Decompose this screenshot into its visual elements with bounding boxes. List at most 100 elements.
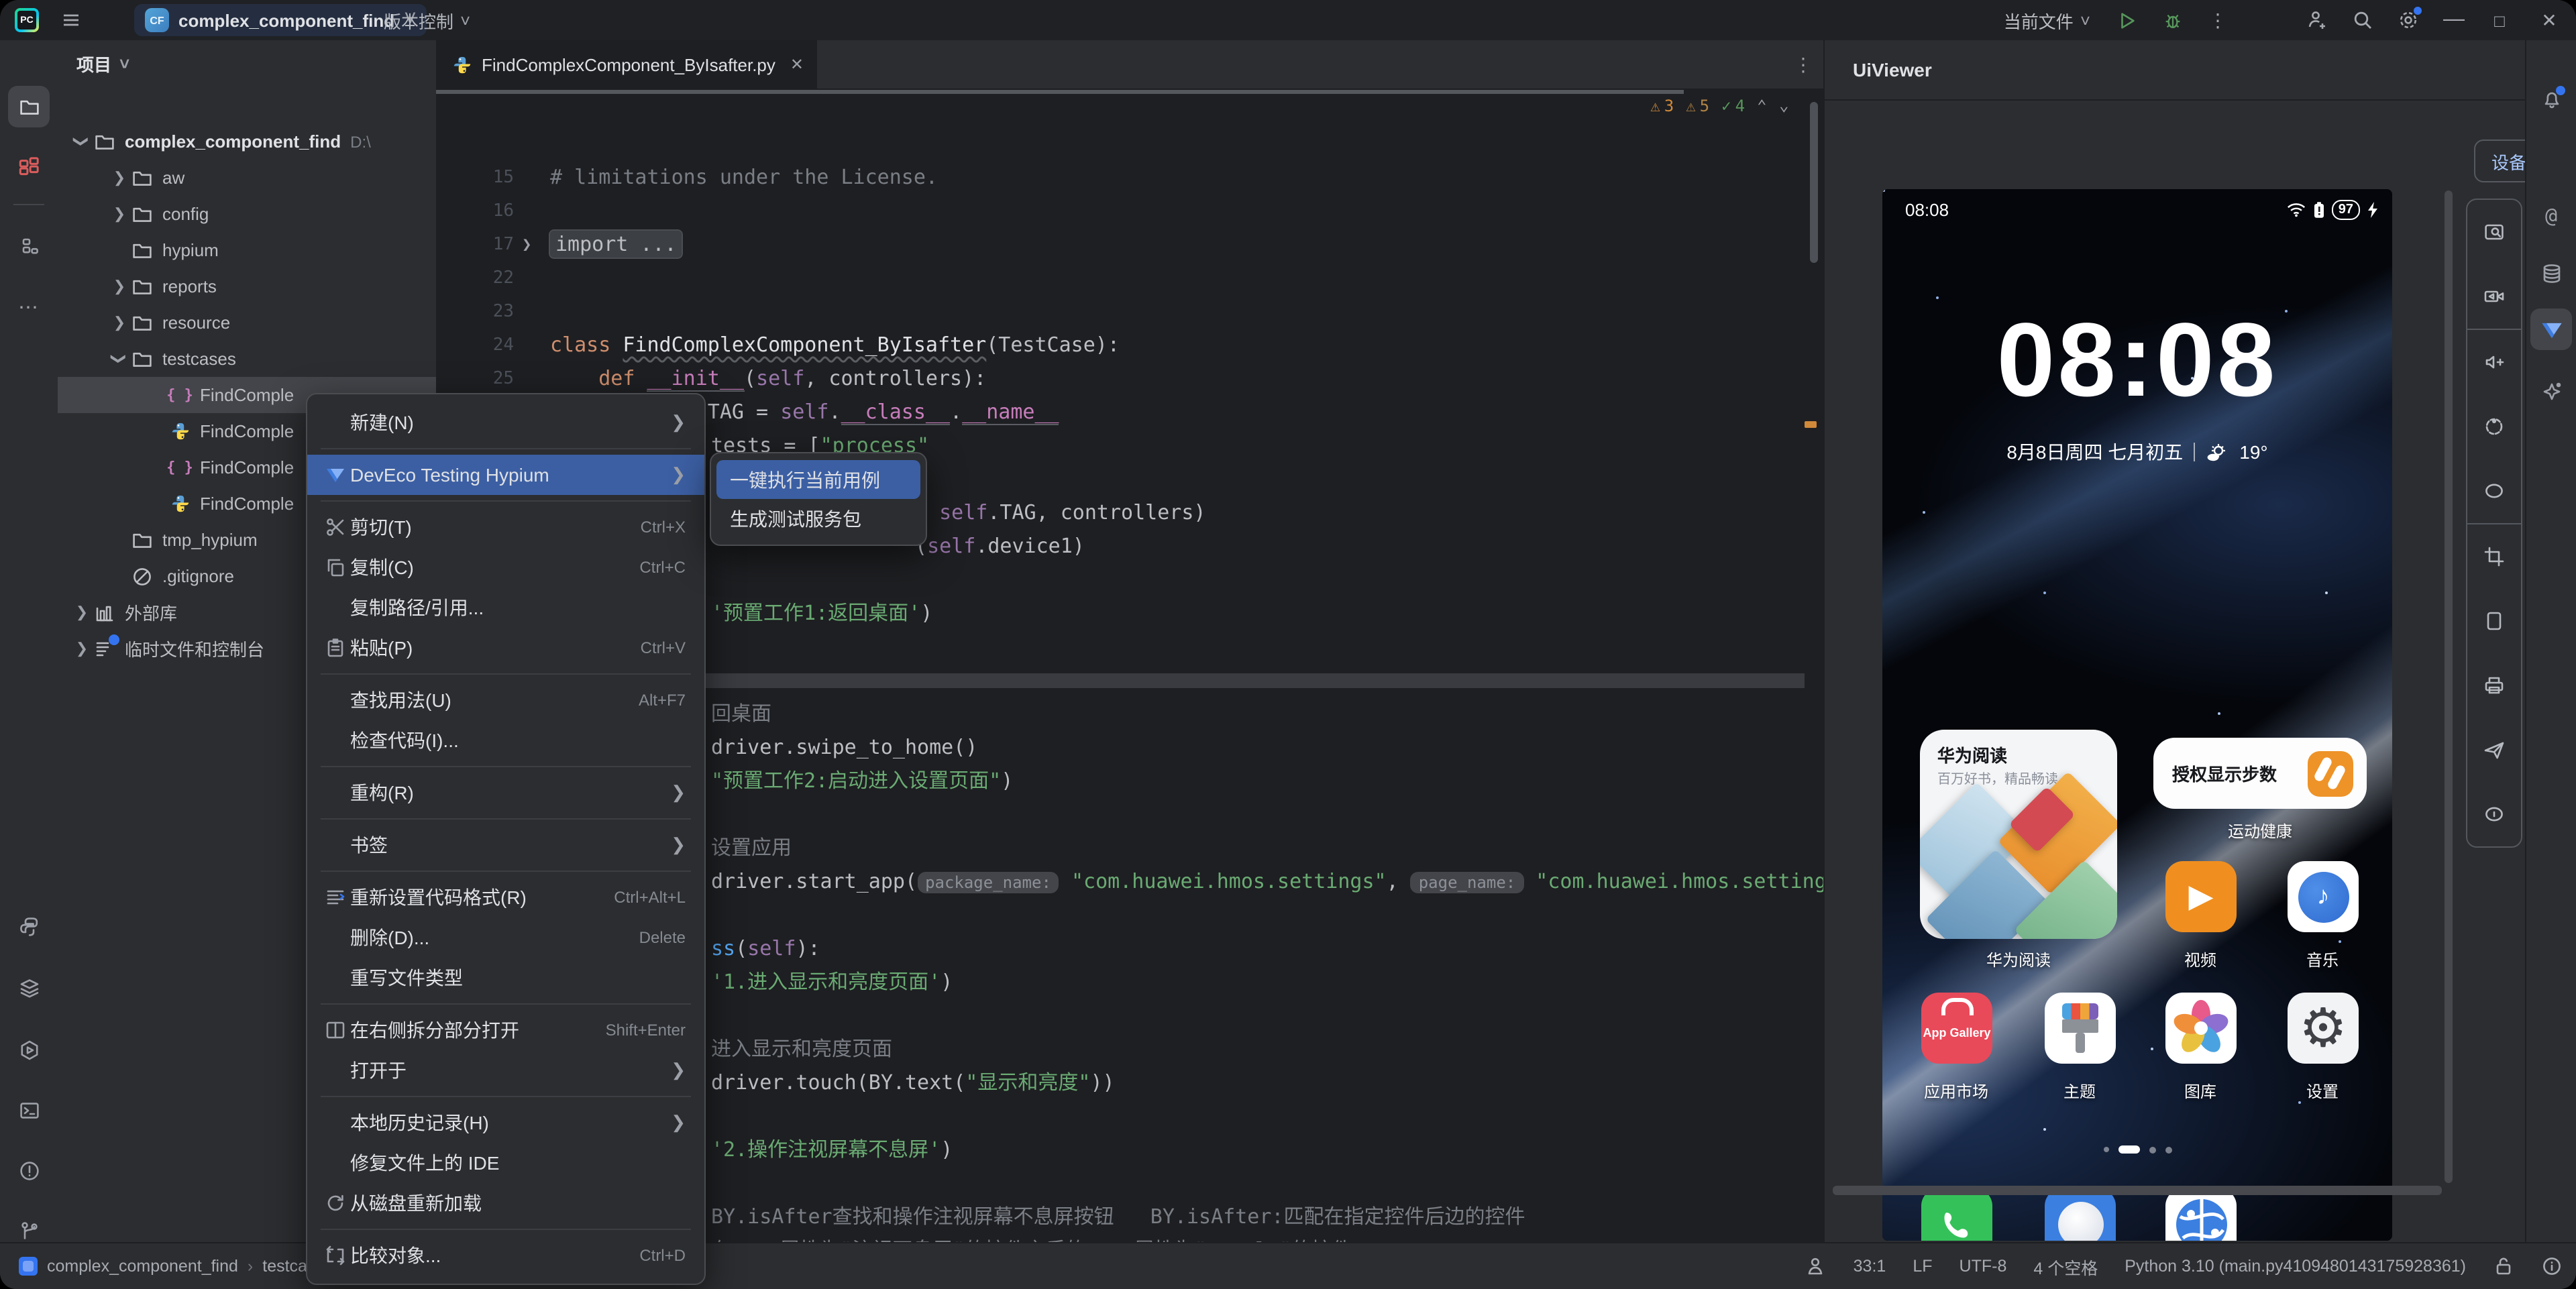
tool-record-video[interactable] bbox=[2467, 264, 2521, 329]
activitybar-run-anything[interactable] bbox=[8, 1029, 50, 1070]
menu-item-重构(R)[interactable]: 重构(R)❯ bbox=[307, 773, 704, 813]
dock-app-contacts[interactable] bbox=[2045, 1188, 2116, 1241]
app-应用市场[interactable]: App Gallery bbox=[1921, 993, 1992, 1064]
activitybar-terminal[interactable] bbox=[8, 1089, 50, 1131]
breadcrumb-segment[interactable]: complex_component_find bbox=[47, 1257, 238, 1276]
minimize-button[interactable]: — bbox=[2431, 0, 2477, 40]
tool-device-frame[interactable] bbox=[2467, 589, 2521, 653]
tool-crop[interactable] bbox=[2467, 524, 2521, 589]
status-encoding[interactable]: UTF-8 bbox=[1960, 1257, 2007, 1276]
submenu-item-一键执行当前用例[interactable]: 一键执行当前用例 bbox=[716, 460, 920, 499]
search-everywhere-button[interactable] bbox=[2340, 0, 2385, 40]
maximize-button[interactable]: □ bbox=[2477, 0, 2522, 40]
status-line-separator[interactable]: LF bbox=[1913, 1257, 1932, 1276]
user-icon[interactable] bbox=[1805, 1255, 1827, 1277]
chevron-down-icon[interactable]: ❯ bbox=[71, 133, 93, 150]
settings-button[interactable] bbox=[2385, 0, 2431, 40]
scrollbar-thumb[interactable] bbox=[1810, 102, 1818, 263]
activitybar-more-ellipsis[interactable]: ⋯ bbox=[8, 286, 50, 327]
toolwindow-database[interactable] bbox=[2530, 252, 2572, 294]
next-issue-icon[interactable]: ⌃ bbox=[1779, 97, 1788, 115]
tool-send[interactable] bbox=[2467, 718, 2521, 782]
tool-circle[interactable] bbox=[2467, 459, 2521, 523]
tab-close-icon[interactable]: ✕ bbox=[790, 55, 804, 74]
menu-item-新建(N)[interactable]: 新建(N)❯ bbox=[307, 402, 704, 443]
app-图库[interactable] bbox=[2165, 993, 2237, 1064]
widget-huawei-reading[interactable]: 华为阅读 百万好书，精品畅读 bbox=[1920, 730, 2117, 939]
tree-item-hypium[interactable]: hypium bbox=[58, 232, 436, 268]
fold-arrow-icon[interactable]: ❯ bbox=[522, 228, 531, 262]
info-circle-icon[interactable] bbox=[2541, 1255, 2563, 1277]
chevron-right-icon[interactable]: ❯ bbox=[71, 640, 93, 657]
project-panel-header[interactable]: 项目˅ bbox=[58, 40, 436, 86]
vcs-widget[interactable]: 版本控制˅ bbox=[384, 0, 470, 40]
tree-item-complex_component_find[interactable]: ❯complex_component_findD:\ bbox=[58, 123, 436, 160]
dock-app-camera[interactable] bbox=[2288, 1188, 2359, 1241]
tree-item-reports[interactable]: ❯reports bbox=[58, 268, 436, 304]
menu-item-查找用法(U)[interactable]: 查找用法(U)Alt+F7 bbox=[307, 680, 704, 720]
menu-item-剪切(T)[interactable]: 剪切(T)Ctrl+X bbox=[307, 507, 704, 547]
menu-item-复制(C)[interactable]: 复制(C)Ctrl+C bbox=[307, 547, 704, 587]
device-selector-button[interactable]: 设备 bbox=[2474, 139, 2528, 182]
menu-item-检查代码(I)...[interactable]: 检查代码(I)... bbox=[307, 720, 704, 761]
menu-item-书签[interactable]: 书签❯ bbox=[307, 825, 704, 865]
tab-options-button[interactable]: ⋮ bbox=[1794, 40, 1813, 89]
menu-item-修复文件上的 IDE[interactable]: 修复文件上的 IDE bbox=[307, 1143, 704, 1183]
menu-item-打开于[interactable]: 打开于❯ bbox=[307, 1050, 704, 1090]
menu-item-粘贴(P)[interactable]: 粘贴(P)Ctrl+V bbox=[307, 628, 704, 668]
widget-health-steps[interactable]: 授权显示步数 bbox=[2153, 738, 2367, 809]
menu-item-删除(D)...[interactable]: 删除(D)...Delete bbox=[307, 917, 704, 958]
tool-printer[interactable] bbox=[2467, 653, 2521, 718]
dock-app-browser[interactable] bbox=[2165, 1188, 2237, 1241]
toolwindow-deveco-active[interactable] bbox=[2530, 309, 2572, 350]
tree-item-aw[interactable]: ❯aw bbox=[58, 160, 436, 196]
tool-info-pill[interactable] bbox=[2467, 782, 2521, 846]
code-with-me-button[interactable] bbox=[2294, 0, 2340, 40]
tool-power[interactable] bbox=[2467, 394, 2521, 459]
uiviewer-vertical-scrollbar[interactable] bbox=[2445, 190, 2453, 1183]
main-menu-button[interactable] bbox=[48, 0, 94, 40]
toolwindow-mentions-at[interactable]: @ bbox=[2530, 194, 2572, 236]
app-视频[interactable]: ▶ bbox=[2165, 861, 2237, 932]
menu-item-本地历史记录(H)[interactable]: 本地历史记录(H)❯ bbox=[307, 1103, 704, 1143]
activitybar-commit-red[interactable] bbox=[8, 146, 50, 188]
more-actions-button[interactable]: ⋮ bbox=[2195, 0, 2241, 40]
activitybar-problems[interactable] bbox=[8, 1150, 50, 1191]
prev-issue-icon[interactable]: ⌃ bbox=[1757, 97, 1766, 115]
menu-item-重新设置代码格式(R)[interactable]: 重新设置代码格式(R)Ctrl+Alt+L bbox=[307, 877, 704, 917]
toolwindow-ai-sparkle[interactable] bbox=[2530, 370, 2572, 412]
menu-item-在右侧拆分部分打开[interactable]: 在右侧拆分部分打开Shift+Enter bbox=[307, 1010, 704, 1050]
menu-item-重写文件类型[interactable]: 重写文件类型 bbox=[307, 958, 704, 998]
app-设置[interactable]: ⚙ bbox=[2288, 993, 2359, 1064]
activitybar-python[interactable] bbox=[8, 905, 50, 947]
menu-item-DevEco Testing Hypium[interactable]: DevEco Testing Hypium❯ bbox=[307, 455, 704, 495]
uiviewer-horizontal-scrollbar[interactable] bbox=[1833, 1186, 2442, 1195]
activitybar-structure[interactable] bbox=[8, 225, 50, 267]
status-caret-position[interactable]: 33:1 bbox=[1854, 1257, 1886, 1276]
editor-scrollbar[interactable] bbox=[1809, 91, 1819, 1241]
activitybar-services-layers[interactable] bbox=[8, 967, 50, 1009]
menu-item-复制路径/引用...[interactable]: 复制路径/引用... bbox=[307, 587, 704, 628]
chevron-right-icon[interactable]: ❯ bbox=[71, 604, 93, 621]
dock-app-phone-call[interactable] bbox=[1921, 1188, 1992, 1241]
tool-inspect[interactable] bbox=[2467, 200, 2521, 264]
chevron-right-icon[interactable]: ❯ bbox=[109, 169, 130, 186]
phone-screen-mirror[interactable]: 08:08 97 08:08 8月8日周四 七月初五 19° 华为阅读 百万好书… bbox=[1882, 189, 2392, 1241]
app-音乐[interactable]: ♪ bbox=[2288, 861, 2359, 932]
tab-active-file[interactable]: FindComplexComponent_ByIsafter.py ✕ bbox=[436, 40, 817, 89]
chevron-right-icon[interactable]: ❯ bbox=[109, 314, 130, 331]
app-主题[interactable] bbox=[2045, 993, 2116, 1064]
toolwindow-notifications-bell[interactable] bbox=[2530, 78, 2572, 119]
status-indent-style[interactable]: 4 个空格 bbox=[2033, 1253, 2098, 1279]
submenu-item-生成测试服务包[interactable]: 生成测试服务包 bbox=[716, 499, 920, 538]
tree-item-resource[interactable]: ❯resource bbox=[58, 304, 436, 341]
debug-button[interactable] bbox=[2149, 0, 2195, 40]
close-button[interactable]: ✕ bbox=[2522, 0, 2576, 40]
tool-volume-plus[interactable] bbox=[2467, 330, 2521, 394]
chevron-down-icon[interactable]: ❯ bbox=[109, 350, 130, 368]
status-python-interpreter[interactable]: Python 3.10 (main.py4109480143175928361) bbox=[2125, 1257, 2466, 1276]
chevron-right-icon[interactable]: ❯ bbox=[109, 278, 130, 295]
chevron-right-icon[interactable]: ❯ bbox=[109, 205, 130, 223]
tree-item-config[interactable]: ❯config bbox=[58, 196, 436, 232]
inspections-widget[interactable]: ⚠3 ⚠5 ✓4 ⌃ ⌃ bbox=[1650, 97, 1788, 115]
